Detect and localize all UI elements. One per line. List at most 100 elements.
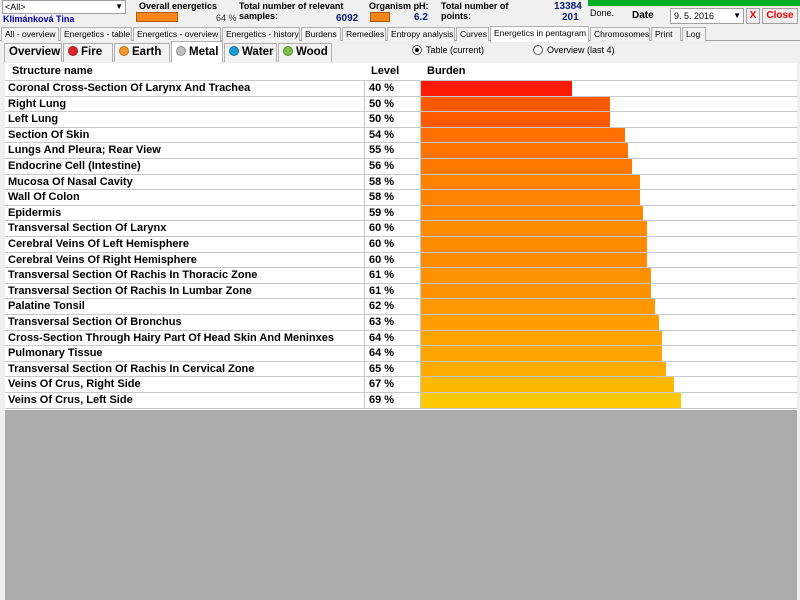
table-row[interactable]: Pulmonary Tissue 64 % <box>5 346 797 362</box>
tab-water-label: Water <box>242 46 274 58</box>
table-row[interactable]: Transversal Section Of Rachis In Lumbar … <box>5 283 797 300</box>
table-row[interactable]: Cerebral Veins Of Right Hemisphere 60 % <box>5 252 797 269</box>
level-cell: 60 % <box>365 221 421 237</box>
structure-name-cell: Cerebral Veins Of Left Hemisphere <box>5 237 365 253</box>
table-row[interactable]: Section Of Skin 54 % <box>5 127 797 144</box>
filter-select-value: <All> <box>5 2 26 12</box>
level-cell: 58 % <box>365 174 421 191</box>
tab-energetics-in-pentagram[interactable]: Energetics in pentagram <box>490 26 589 42</box>
tab-fire[interactable]: Fire <box>63 43 113 62</box>
table-row[interactable]: Cerebral Veins Of Left Hemisphere 60 % <box>5 237 797 253</box>
burden-cell <box>421 330 797 347</box>
burden-cell <box>421 393 797 409</box>
clear-date-button[interactable]: X <box>746 8 760 24</box>
table-row[interactable]: Transversal Section Of Bronchus 63 % <box>5 315 797 331</box>
tab-energetics-history[interactable]: Energetics - history <box>222 27 300 41</box>
tab-log[interactable]: Log <box>682 27 706 41</box>
burden-bar <box>421 330 663 346</box>
level-cell: 59 % <box>365 205 421 222</box>
organism-ph-label: Organism pH: <box>369 1 429 11</box>
structure-name-cell: Pulmonary Tissue <box>5 346 365 362</box>
tab-curves[interactable]: Curves <box>456 27 489 41</box>
table-row[interactable]: Wall Of Colon 58 % <box>5 190 797 206</box>
structure-name-cell: Transversal Section Of Larynx <box>5 221 365 237</box>
tab-earth[interactable]: Earth <box>114 43 170 62</box>
structure-name-cell: Endocrine Cell (Intestine) <box>5 159 365 175</box>
burden-cell <box>421 112 797 128</box>
level-cell: 61 % <box>365 268 421 284</box>
earth-dot-icon <box>119 46 129 56</box>
burden-cell <box>421 315 797 331</box>
overview-view-radio[interactable]: Overview (last 4) <box>533 45 615 55</box>
structure-name-cell: Transversal Section Of Rachis In Lumbar … <box>5 283 365 300</box>
status-text: Done. <box>590 8 615 18</box>
level-cell: 65 % <box>365 361 421 378</box>
burden-cell <box>421 283 797 300</box>
wood-dot-icon <box>283 46 293 56</box>
table-row[interactable]: Veins Of Crus, Left Side 69 % <box>5 393 797 409</box>
water-dot-icon <box>229 46 239 56</box>
chevron-down-icon: ▼ <box>115 2 123 11</box>
burden-cell <box>421 81 797 97</box>
radio-selected-icon <box>412 45 422 55</box>
burden-bar <box>421 393 682 408</box>
burden-bar <box>421 190 640 205</box>
column-header-structure-name[interactable]: Structure name <box>12 63 93 80</box>
burden-bar <box>421 361 667 377</box>
burden-bar <box>421 237 648 252</box>
tab-water[interactable]: Water <box>224 43 277 62</box>
table-row[interactable]: Lungs And Pleura; Rear View 55 % <box>5 143 797 159</box>
tab-entropy-analysis[interactable]: Entropy analysis <box>387 27 455 41</box>
tab-energetics-table[interactable]: Energetics - table <box>60 27 132 41</box>
burden-cell <box>421 377 797 393</box>
overall-energetics-bar <box>136 12 178 22</box>
structure-name-cell: Veins Of Crus, Right Side <box>5 377 365 393</box>
burden-bar <box>421 112 610 127</box>
table-row[interactable]: Palatine Tonsil 62 % <box>5 299 797 315</box>
table-row[interactable]: Coronal Cross-Section Of Larynx And Trac… <box>5 81 797 97</box>
table-row[interactable]: Transversal Section Of Larynx 60 % <box>5 221 797 237</box>
table-row[interactable]: Endocrine Cell (Intestine) 56 % <box>5 159 797 175</box>
structure-name-cell: Palatine Tonsil <box>5 299 365 315</box>
tab-metal[interactable]: Metal <box>171 41 223 63</box>
column-header-level[interactable]: Level <box>371 63 399 80</box>
table-row[interactable]: Transversal Section Of Rachis In Cervica… <box>5 361 797 378</box>
table-row[interactable]: Transversal Section Of Rachis In Thoraci… <box>5 268 797 284</box>
burden-bar <box>421 127 625 143</box>
table-view-radio[interactable]: Table (current) <box>412 45 484 55</box>
table-row[interactable]: Mucosa Of Nasal Cavity 58 % <box>5 174 797 191</box>
level-cell: 60 % <box>365 252 421 269</box>
structure-name-cell: Lungs And Pleura; Rear View <box>5 143 365 159</box>
level-cell: 67 % <box>365 377 421 393</box>
table-row[interactable]: Left Lung 50 % <box>5 112 797 128</box>
column-header-burden[interactable]: Burden <box>427 63 466 80</box>
filter-select[interactable]: <All> ▼ <box>2 0 126 14</box>
table-row[interactable]: Veins Of Crus, Right Side 67 % <box>5 377 797 393</box>
tab-fire-label: Fire <box>81 46 103 58</box>
total-points-secondary-value: 201 <box>562 12 579 23</box>
level-cell: 56 % <box>365 159 421 175</box>
date-select[interactable]: 9. 5. 2016 ▼ <box>670 8 744 24</box>
tab-wood[interactable]: Wood <box>278 43 332 62</box>
level-cell: 69 % <box>365 393 421 409</box>
structure-name-cell: Left Lung <box>5 112 365 128</box>
tab-earth-label: Earth <box>132 46 162 58</box>
tab-print[interactable]: Print <box>651 27 681 41</box>
structure-name-cell: Cross-Section Through Hairy Part Of Head… <box>5 330 365 347</box>
tab-burdens[interactable]: Burdens <box>301 27 341 41</box>
tab-overview[interactable]: Overview <box>4 43 62 62</box>
table-row[interactable]: Epidermis 59 % <box>5 205 797 222</box>
fire-dot-icon <box>68 46 78 56</box>
tab-energetics-overview[interactable]: Energetics - overview <box>133 27 221 41</box>
total-points-label: Total number of points: <box>441 1 509 21</box>
tab-chromosomes[interactable]: Chromosomes <box>590 27 650 41</box>
level-cell: 50 % <box>365 112 421 128</box>
tab-all-overview[interactable]: All - overview <box>1 27 59 41</box>
relevant-samples-value: 6092 <box>336 13 359 24</box>
table-row[interactable]: Right Lung 50 % <box>5 96 797 113</box>
burden-cell <box>421 299 797 315</box>
close-button[interactable]: Close <box>762 8 798 24</box>
tab-remedies[interactable]: Remedies <box>342 27 386 41</box>
table-row[interactable]: Cross-Section Through Hairy Part Of Head… <box>5 330 797 347</box>
structure-name-cell: Mucosa Of Nasal Cavity <box>5 174 365 191</box>
